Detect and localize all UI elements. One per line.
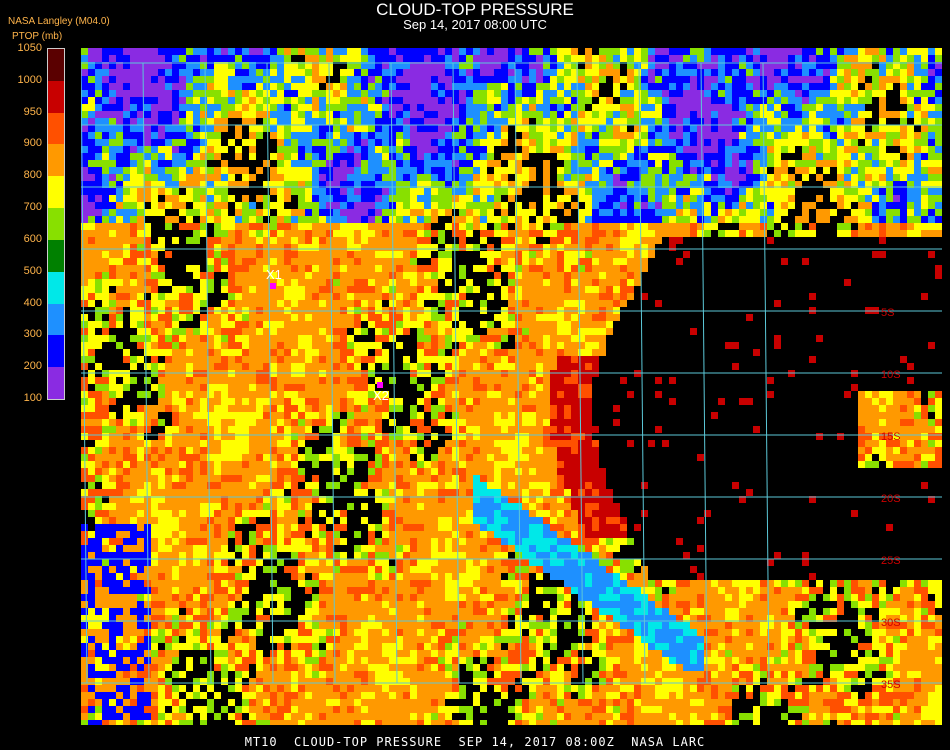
legend-tick: 300 <box>23 328 42 341</box>
legend-tick: 950 <box>23 105 42 118</box>
lat-label: 35S <box>881 679 901 691</box>
lat-label: 5S <box>881 307 894 319</box>
lat-label: 20S <box>881 493 901 505</box>
marker-x1 <box>270 283 276 289</box>
legend-tick: 1000 <box>17 73 42 86</box>
legend-swatch <box>48 239 64 273</box>
legend-swatch <box>48 80 64 114</box>
lat-label: 10S <box>881 369 901 381</box>
footer-caption: MT10 CLOUD-TOP PRESSURE SEP 14, 2017 08:… <box>244 735 706 749</box>
source-label: NASA Langley (M04.0) <box>8 16 110 27</box>
unit-label: PTOP (mb) <box>12 31 63 42</box>
legend-tick: 800 <box>23 169 42 182</box>
legend-tick: 700 <box>23 201 42 214</box>
legend-swatch <box>48 335 64 368</box>
marker-label: X1 <box>266 267 282 282</box>
legend-swatch <box>48 176 64 209</box>
legend-tick: 1050 <box>17 42 42 54</box>
legend-tick: 500 <box>23 264 42 277</box>
lat-label: 15S <box>881 431 901 443</box>
color-legend <box>47 48 65 400</box>
legend-tick: 100 <box>23 392 42 404</box>
lat-label: 30S <box>881 617 901 629</box>
legend-swatch <box>48 49 64 82</box>
legend-swatch <box>48 271 64 305</box>
marker-label: X2 <box>373 388 389 403</box>
legend-tick: 600 <box>23 232 42 245</box>
legend-swatch <box>48 303 64 336</box>
page-subtitle: Sep 14, 2017 08:00 UTC <box>403 17 547 32</box>
legend-swatch <box>48 208 64 241</box>
legend-tick: 900 <box>23 137 42 150</box>
lat-label: 25S <box>881 555 901 567</box>
legend-tick: 400 <box>23 296 42 309</box>
legend-tick: 200 <box>23 360 42 373</box>
cloud-map: 5S10S15S20S25S30S35S40S <box>81 48 942 725</box>
legend-swatch <box>48 144 64 177</box>
legend-swatch <box>48 112 64 145</box>
legend-swatch <box>48 367 64 400</box>
